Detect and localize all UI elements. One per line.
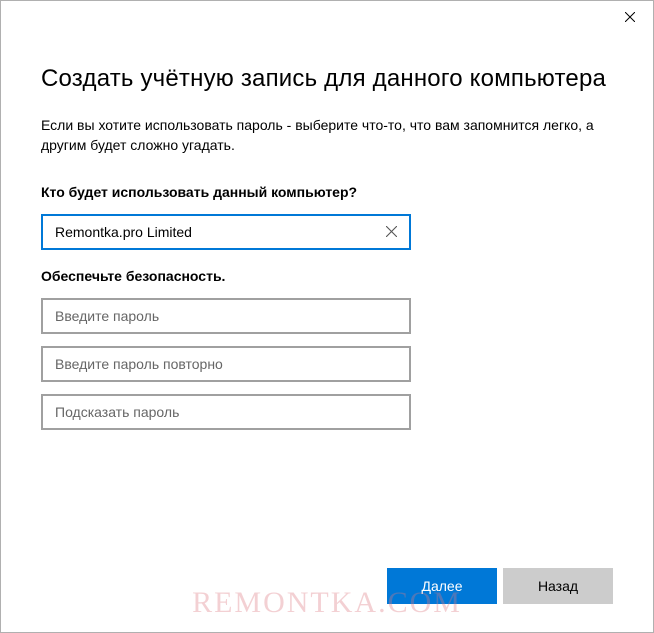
username-label: Кто будет использовать данный компьютер?: [41, 184, 613, 200]
dialog-description: Если вы хотите использовать пароль - выб…: [41, 115, 613, 156]
password-input[interactable]: [41, 298, 411, 334]
dialog-content: Создать учётную запись для данного компь…: [1, 33, 653, 430]
next-button[interactable]: Далее: [387, 568, 497, 604]
username-input[interactable]: [41, 214, 411, 250]
password-group: [41, 298, 613, 430]
titlebar: [1, 1, 653, 33]
dialog-footer: Далее Назад: [387, 568, 613, 604]
dialog-title: Создать учётную запись для данного компь…: [41, 65, 613, 93]
security-label: Обеспечьте безопасность.: [41, 268, 613, 284]
password-confirm-input[interactable]: [41, 346, 411, 382]
clear-username-button[interactable]: [379, 220, 403, 244]
back-button[interactable]: Назад: [503, 568, 613, 604]
username-input-wrap: [41, 214, 613, 250]
clear-icon: [386, 226, 397, 237]
close-button[interactable]: [607, 1, 653, 33]
password-hint-input[interactable]: [41, 394, 411, 430]
close-icon: [625, 12, 635, 22]
